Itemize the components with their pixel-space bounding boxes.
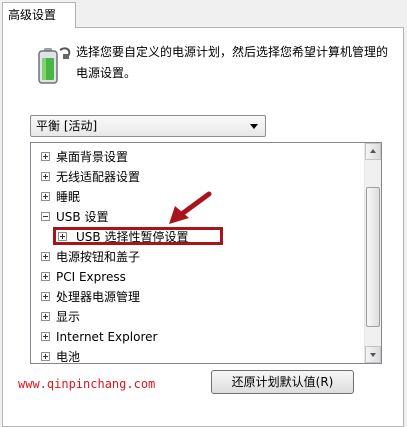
tree-item-label: PCI Express: [56, 270, 126, 284]
expand-plus-icon[interactable]: [41, 312, 50, 321]
expand-plus-icon[interactable]: [41, 172, 50, 181]
tab-advanced-settings[interactable]: 高级设置: [2, 2, 76, 28]
collapse-minus-icon[interactable]: [41, 212, 50, 221]
tree-item-label: 睡眠: [56, 190, 81, 204]
scroll-up-button[interactable]: [365, 143, 381, 160]
scroll-down-button[interactable]: [365, 346, 381, 363]
tree-item-label: 处理器电源管理: [56, 290, 141, 304]
chevron-down-icon[interactable]: [250, 124, 258, 129]
expand-plus-icon[interactable]: [41, 192, 50, 201]
plan-description: 选择您要自定义的电源计划，然后选择您希望计算机管理的电源设置。: [76, 45, 389, 80]
red-arrow-icon: [169, 191, 212, 224]
tree-item-label: USB 设置: [56, 210, 109, 224]
tree-item-label: 电源按钮和盖子: [56, 250, 141, 264]
expand-plus-icon[interactable]: [41, 332, 50, 341]
tree-item-label: 电池: [56, 350, 81, 364]
tree-item-label: 无线适配器设置: [56, 170, 141, 184]
tree-item-label: 桌面背景设置: [56, 150, 129, 164]
power-settings-tree[interactable]: 桌面背景设置 无线适配器设置 睡眠 USB 设置 USB 选择性暂停设置 电源按…: [30, 142, 382, 364]
power-plan-select[interactable]: 平衡 [活动]: [30, 115, 266, 137]
tree-item-label: 显示: [56, 310, 81, 324]
highlight-box: [53, 227, 223, 245]
scroll-thumb[interactable]: [366, 187, 380, 327]
tab-label: 高级设置: [8, 8, 57, 22]
battery-plug-icon: [38, 47, 71, 84]
expand-plus-icon[interactable]: [41, 252, 50, 261]
expand-plus-icon[interactable]: [41, 272, 50, 281]
restore-defaults-button[interactable]: 还原计划默认值(R): [211, 370, 354, 394]
expand-plus-icon[interactable]: [41, 292, 50, 301]
tree-item-label: Internet Explorer: [56, 330, 158, 344]
watermark: www.qinpinchang.com: [18, 377, 156, 391]
vertical-scrollbar[interactable]: [364, 143, 381, 363]
expand-plus-icon[interactable]: [41, 352, 50, 361]
expand-plus-icon[interactable]: [41, 152, 50, 161]
power-plan-value: 平衡 [活动]: [36, 119, 98, 133]
